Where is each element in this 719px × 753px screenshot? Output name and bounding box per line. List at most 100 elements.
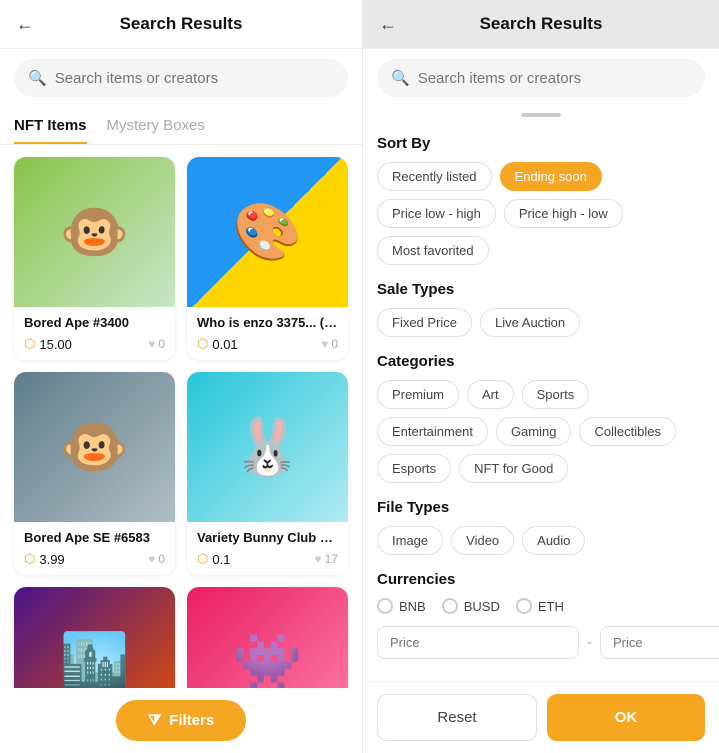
nft-meta: ⬡ 15.00 ♥ 0 [24,336,165,352]
sort-chip-ending_soon[interactable]: Ending soon [500,162,602,191]
right-back-button[interactable]: ← [379,14,397,35]
nft-card[interactable]: 🐰 Variety Bunny Club #01 ⬡ 0.1 ♥ 17 [187,372,348,575]
right-search-input[interactable] [418,70,691,87]
nft-price: ⬡ 3.99 [24,551,65,567]
cat-chip-art[interactable]: Art [467,380,514,409]
currency-label: ETH [538,599,564,614]
filters-button-wrap: ⧩ Filters [0,688,362,753]
nft-card[interactable]: 👾 Pixel Character ⬡ 1.20 ♥ 5 [187,587,348,688]
fav-count: 0 [158,337,165,351]
nft-card[interactable]: 🏙️ City Lights ⬡ 5.00 ♥ 3 [14,587,175,688]
nft-price: ⬡ 15.00 [24,336,72,352]
coin-icon: ⬡ [197,336,208,352]
nft-favorites: ♥ 0 [321,337,338,351]
heart-icon: ♥ [148,337,155,351]
radio-circle [516,598,532,614]
nft-name: Who is enzo 3375... (U... [197,315,338,330]
file-chip-image[interactable]: Image [377,526,443,555]
sort-chip-most_favorited[interactable]: Most favorited [377,236,489,265]
sale-types-chips: Fixed Price Live Auction [377,308,705,337]
search-input[interactable] [55,70,334,87]
right-header-title: Search Results [480,14,603,34]
reset-button[interactable]: Reset [377,694,537,741]
file-types-title: File Types [377,499,705,516]
price-value: 3.99 [39,552,64,567]
filter-content: Sort By Recently listedEnding soonPrice … [363,119,719,681]
nft-grid: 🐵 Bored Ape #3400 ⬡ 15.00 ♥ 0 🎨 Who is e… [14,157,348,688]
filters-label: Filters [169,712,214,729]
sale-types-title: Sale Types [377,281,705,298]
file-chip-video[interactable]: Video [451,526,514,555]
nft-info: Bored Ape SE #6583 ⬡ 3.99 ♥ 0 [14,522,175,575]
nft-name: Bored Ape #3400 [24,315,165,330]
left-back-button[interactable]: ← [16,14,34,35]
heart-icon: ♥ [321,337,328,351]
nft-favorites: ♥ 0 [148,552,165,566]
left-search-bar: 🔍 [14,59,348,97]
cat-chip-nft_for_good[interactable]: NFT for Good [459,454,568,483]
sort-by-chips: Recently listed Ending soonPrice low - hi… [377,162,705,265]
fav-count: 17 [325,552,338,566]
tab-nft-items[interactable]: NFT Items [14,107,87,144]
sale-chip-fixed_price[interactable]: Fixed Price [377,308,472,337]
right-header: ← Search Results [363,0,719,49]
tab-mystery-boxes[interactable]: Mystery Boxes [107,107,205,144]
heart-icon: ♥ [315,552,322,566]
categories-chips: Premium Art Sports Entertainment GamingColle… [377,380,705,483]
fav-count: 0 [331,337,338,351]
indicator-bar [521,113,561,117]
filters-button[interactable]: ⧩ Filters [116,700,246,741]
sale-chip-live_auction[interactable]: Live Auction [480,308,580,337]
nft-image: 🏙️ [14,587,175,688]
nft-name: Variety Bunny Club #01 [197,530,338,545]
nft-grid-container: 🐵 Bored Ape #3400 ⬡ 15.00 ♥ 0 🎨 Who is e… [0,145,362,688]
currency-radio-busd[interactable]: BUSD [442,598,500,614]
tabs: NFT Items Mystery Boxes [0,107,362,145]
nft-info: Variety Bunny Club #01 ⬡ 0.1 ♥ 17 [187,522,348,575]
price-value: 15.00 [39,337,72,352]
nft-info: Bored Ape #3400 ⬡ 15.00 ♥ 0 [14,307,175,360]
coin-icon: ⬡ [24,336,35,352]
nft-meta: ⬡ 3.99 ♥ 0 [24,551,165,567]
sheet-indicator [363,107,719,119]
sort-chip-price_high_low[interactable]: Price high - low [504,199,623,228]
currencies-radio-group: BNB BUSD ETH [377,598,705,614]
cat-chip-esports[interactable]: Esports [377,454,451,483]
nft-meta: ⬡ 0.1 ♥ 17 [197,551,338,567]
nft-image: 👾 [187,587,348,688]
sort-chip-recently_listed[interactable]: Recently listed [377,162,492,191]
currencies-title: Currencies [377,571,705,588]
price-range: - [377,626,705,659]
file-types-chips: Image Video Audio [377,526,705,555]
nft-favorites: ♥ 17 [315,552,338,566]
search-icon: 🔍 [28,69,47,87]
heart-icon: ♥ [148,552,155,566]
nft-favorites: ♥ 0 [148,337,165,351]
price-from-input[interactable] [377,626,579,659]
nft-card[interactable]: 🐵 Bored Ape #3400 ⬡ 15.00 ♥ 0 [14,157,175,360]
left-panel: ← Search Results 🔍 NFT Items Mystery Box… [0,0,362,753]
cat-chip-entertainment[interactable]: Entertainment [377,417,488,446]
nft-meta: ⬡ 0.01 ♥ 0 [197,336,338,352]
cat-chip-gaming[interactable]: Gaming [496,417,572,446]
coin-icon: ⬡ [197,551,208,567]
price-to-input[interactable] [600,626,719,659]
fav-count: 0 [158,552,165,566]
file-chip-audio[interactable]: Audio [522,526,585,555]
nft-info: Who is enzo 3375... (U... ⬡ 0.01 ♥ 0 [187,307,348,360]
right-panel: ← Search Results 🔍 Sort By Recently list… [362,0,719,753]
radio-circle [377,598,393,614]
currency-radio-eth[interactable]: ETH [516,598,564,614]
ok-button[interactable]: OK [547,694,705,741]
cat-chip-sports[interactable]: Sports [522,380,590,409]
nft-price: ⬡ 0.01 [197,336,238,352]
currency-radio-bnb[interactable]: BNB [377,598,426,614]
nft-name: Bored Ape SE #6583 [24,530,165,545]
cat-chip-collectibles[interactable]: Collectibles [579,417,675,446]
right-search-icon: 🔍 [391,69,410,87]
price-value: 0.1 [212,552,230,567]
nft-card[interactable]: 🎨 Who is enzo 3375... (U... ⬡ 0.01 ♥ 0 [187,157,348,360]
nft-card[interactable]: 🐵 Bored Ape SE #6583 ⬡ 3.99 ♥ 0 [14,372,175,575]
cat-chip-premium[interactable]: Premium [377,380,459,409]
sort-chip-price_low_high[interactable]: Price low - high [377,199,496,228]
